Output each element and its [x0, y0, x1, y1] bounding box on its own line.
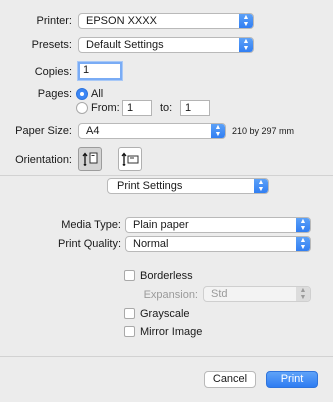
section-select[interactable]: Print Settings ▲ ▼: [107, 178, 269, 194]
divider: [0, 175, 333, 176]
pages-from-radio[interactable]: [76, 102, 88, 114]
pages-from-label: From:: [91, 102, 120, 114]
select-stepper-icon: ▲ ▼: [296, 237, 310, 251]
orientation-portrait-button[interactable]: [78, 147, 102, 171]
borderless-checkbox[interactable]: [124, 270, 135, 281]
printer-label: Printer:: [36, 15, 72, 27]
print-quality-select[interactable]: Normal ▲ ▼: [125, 236, 311, 252]
select-stepper-icon: ▲ ▼: [296, 218, 310, 232]
mirror-image-label: Mirror Image: [140, 326, 203, 338]
media-type-select-value: Plain paper: [133, 219, 189, 231]
print-button[interactable]: Print: [266, 371, 318, 388]
paper-size-label: Paper Size:: [15, 125, 72, 137]
presets-label: Presets:: [31, 39, 72, 51]
grayscale-checkbox[interactable]: [124, 308, 135, 319]
select-stepper-icon: ▲ ▼: [239, 14, 253, 28]
divider: [0, 356, 333, 357]
select-stepper-icon: ▲ ▼: [239, 38, 253, 52]
grayscale-label: Grayscale: [140, 308, 190, 320]
presets-select-value: Default Settings: [86, 39, 164, 51]
borderless-label: Borderless: [140, 270, 193, 282]
select-stepper-icon: ▲ ▼: [254, 179, 268, 193]
media-type-select[interactable]: Plain paper ▲ ▼: [125, 217, 311, 233]
pages-to-label: to:: [160, 102, 173, 114]
print-quality-select-value: Normal: [133, 238, 169, 250]
expansion-label: Expansion:: [143, 289, 198, 301]
orientation-label: Orientation:: [15, 154, 72, 166]
printer-select-value: EPSON XXXX: [86, 15, 157, 27]
pages-all-label: All: [91, 88, 104, 100]
printer-select[interactable]: EPSON XXXX ▲ ▼: [78, 13, 254, 29]
pages-from-field[interactable]: 1: [122, 100, 152, 116]
pages-label: Pages:: [37, 88, 72, 100]
orientation-landscape-button[interactable]: [118, 147, 142, 171]
portrait-orientation-icon: [82, 152, 98, 166]
expansion-select-value: Std: [211, 288, 228, 300]
copies-field[interactable]: 1: [78, 62, 122, 80]
paper-size-select-value: A4: [86, 125, 100, 137]
presets-select[interactable]: Default Settings ▲ ▼: [78, 37, 254, 53]
copies-label: Copies:: [34, 66, 72, 78]
paper-size-dimensions: 210 by 297 mm: [232, 126, 295, 136]
media-type-label: Media Type:: [61, 219, 121, 231]
cancel-button[interactable]: Cancel: [204, 371, 256, 388]
pages-all-radio[interactable]: [76, 88, 88, 100]
select-stepper-icon: ▲ ▼: [296, 287, 310, 301]
print-quality-label: Print Quality:: [58, 238, 121, 250]
pages-to-field[interactable]: 1: [180, 100, 210, 116]
select-stepper-icon: ▲ ▼: [211, 124, 225, 138]
paper-size-select[interactable]: A4 ▲ ▼: [78, 123, 226, 139]
mirror-image-checkbox[interactable]: [124, 326, 135, 337]
expansion-select[interactable]: Std ▲ ▼: [203, 286, 311, 302]
section-select-value: Print Settings: [117, 180, 183, 192]
landscape-orientation-icon: [121, 152, 139, 166]
